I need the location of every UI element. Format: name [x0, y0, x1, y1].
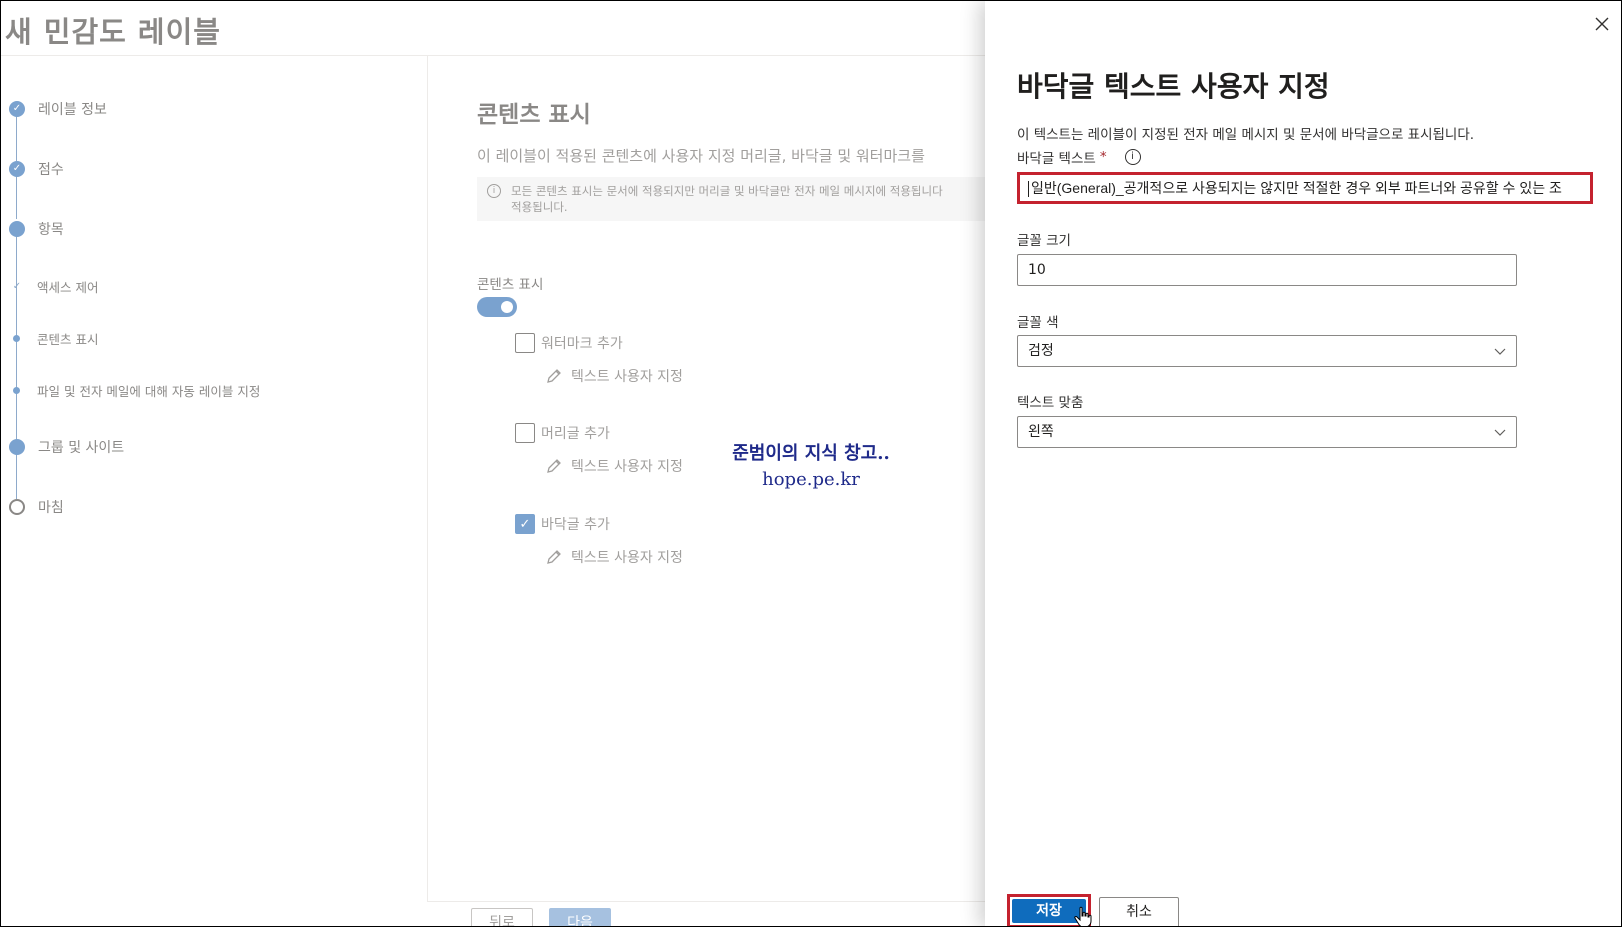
dropdown-value: 왼쪽: [1028, 424, 1054, 440]
header-customize-link[interactable]: 텍스트 사용자 지정: [545, 456, 683, 476]
content-description: 이 레이블이 적용된 콘텐츠에 사용자 지정 머리글, 바닥글 및 워터마크를: [477, 147, 925, 165]
footer-option[interactable]: ✓ 바닥글 추가: [515, 514, 610, 534]
step-label: 마침: [38, 500, 64, 516]
wizard-title: 새 민감도 레이블: [5, 15, 221, 49]
step-connector: [16, 115, 17, 161]
pencil-icon: [547, 550, 561, 564]
footer-customize-link[interactable]: 텍스트 사용자 지정: [545, 547, 683, 567]
info-icon[interactable]: i: [1124, 149, 1141, 165]
label-text: 글꼴 크기: [1017, 233, 1071, 249]
step-label: 파일 및 전자 메일에 대해 자동 레이블 지정: [37, 384, 261, 399]
step-groups-sites[interactable]: 그룹 및 사이트: [9, 437, 124, 457]
content-marking-label: 콘텐츠 표시: [477, 277, 544, 293]
label-text: 글꼴 색: [1017, 315, 1059, 331]
app-window: 새 민감도 레이블 ✓ 레이블 정보 ✓ 점수 항목 ✓ 액세스 제어 콘텐츠 …: [0, 0, 1622, 927]
step-finish[interactable]: 마침: [9, 497, 64, 517]
watermark-customize-link[interactable]: 텍스트 사용자 지정: [545, 366, 683, 386]
font-color-dropdown[interactable]: 검정: [1017, 335, 1517, 367]
step-access-control[interactable]: ✓ 액세스 제어: [9, 277, 99, 296]
footer-text-input[interactable]: 일반(General)_공개적으로 사용되지는 않지만 적절한 경우 외부 파트…: [1017, 172, 1593, 204]
edit-label: 텍스트 사용자 지정: [571, 369, 683, 385]
step-label: 액세스 제어: [37, 280, 99, 295]
nav-divider: [427, 56, 428, 901]
panel-title: 바닥글 텍스트 사용자 지정: [1017, 70, 1330, 103]
step-connector: [16, 453, 17, 499]
info-text: 모든 콘텐츠 표시는 문서에 적용되지만 머리글 및 바닥글만 전자 메일 메시…: [511, 184, 943, 198]
edit-label: 텍스트 사용자 지정: [571, 550, 683, 566]
step-connector: [16, 175, 17, 219]
watermark-url: hope.pe.kr: [762, 469, 860, 490]
sub-step-dot-icon: [13, 387, 20, 394]
check-icon: ✓: [9, 101, 25, 117]
edit-label: 텍스트 사용자 지정: [571, 459, 683, 475]
step-label: 콘텐츠 표시: [37, 332, 99, 347]
text-align-dropdown[interactable]: 왼쪽: [1017, 416, 1517, 448]
info-text: 적용됩니다.: [511, 200, 568, 214]
label-text: 바닥글 텍스트: [1017, 151, 1096, 167]
font-size-label: 글꼴 크기: [1017, 229, 1071, 249]
watermark-option[interactable]: 워터마크 추가: [515, 333, 623, 353]
step-label: 항목: [38, 222, 64, 238]
watermark-checkbox[interactable]: [515, 333, 535, 353]
empty-step-circle-icon: [9, 499, 25, 515]
footer-checkbox[interactable]: ✓: [515, 514, 535, 534]
step-auto-labeling[interactable]: 파일 및 전자 메일에 대해 자동 레이블 지정: [9, 381, 260, 400]
checkbox-label: 머리글 추가: [541, 426, 610, 442]
text-caret: [1028, 181, 1029, 198]
dropdown-value: 검정: [1028, 343, 1054, 359]
next-button[interactable]: 다음: [549, 908, 611, 926]
info-message: i 모든 콘텐츠 표시는 문서에 적용되지만 머리글 및 바닥글만 전자 메일 …: [477, 177, 997, 221]
input-value: 일반(General)_공개적으로 사용되지는 않지만 적절한 경우 외부 파트…: [1031, 180, 1562, 196]
chevron-down-icon: [1494, 348, 1506, 355]
back-button[interactable]: 뒤로: [471, 908, 533, 926]
content-heading: 콘텐츠 표시: [477, 102, 591, 128]
step-dot-icon: [9, 439, 25, 455]
content-marking-toggle[interactable]: [477, 297, 517, 317]
panel-description: 이 텍스트는 레이블이 지정된 전자 메일 메시지 및 문서에 바닥글으로 표시…: [1017, 127, 1475, 143]
font-size-input[interactable]: 10: [1017, 254, 1517, 286]
close-icon[interactable]: [1591, 13, 1613, 35]
checkbox-label: 바닥글 추가: [541, 517, 610, 533]
check-icon: ✓: [9, 161, 25, 177]
chevron-down-icon: [1494, 429, 1506, 436]
step-label: 점수: [38, 162, 64, 178]
watermark-text: 준범이의 지식 창고..: [732, 443, 890, 464]
step-items[interactable]: 항목: [9, 219, 64, 239]
hand-cursor-icon: [1074, 906, 1092, 926]
check-small-icon: ✓: [12, 280, 22, 292]
current-step-dot-icon: [9, 221, 25, 237]
step-content-marking[interactable]: 콘텐츠 표시: [9, 329, 98, 348]
header-option[interactable]: 머리글 추가: [515, 423, 610, 443]
pencil-icon: [547, 369, 561, 383]
step-score[interactable]: ✓ 점수: [9, 159, 64, 179]
required-mark: *: [1099, 149, 1107, 165]
checkbox-label: 워터마크 추가: [541, 336, 623, 352]
text-align-label: 텍스트 맞춤: [1017, 391, 1083, 411]
cancel-button[interactable]: 취소: [1099, 897, 1179, 926]
step-label: 레이블 정보: [38, 102, 107, 118]
pencil-icon: [547, 459, 561, 473]
step-label: 그룹 및 사이트: [38, 440, 125, 456]
footer-text-label: 바닥글 텍스트 * i: [1017, 147, 1141, 167]
font-color-label: 글꼴 색: [1017, 311, 1059, 331]
blog-watermark: 준범이의 지식 창고.. hope.pe.kr: [721, 439, 901, 490]
sub-step-dot-icon: [13, 335, 20, 342]
header-checkbox[interactable]: [515, 423, 535, 443]
info-icon: i: [487, 184, 501, 198]
label-text: 텍스트 맞춤: [1017, 395, 1084, 411]
step-label-info[interactable]: ✓ 레이블 정보: [9, 99, 107, 119]
